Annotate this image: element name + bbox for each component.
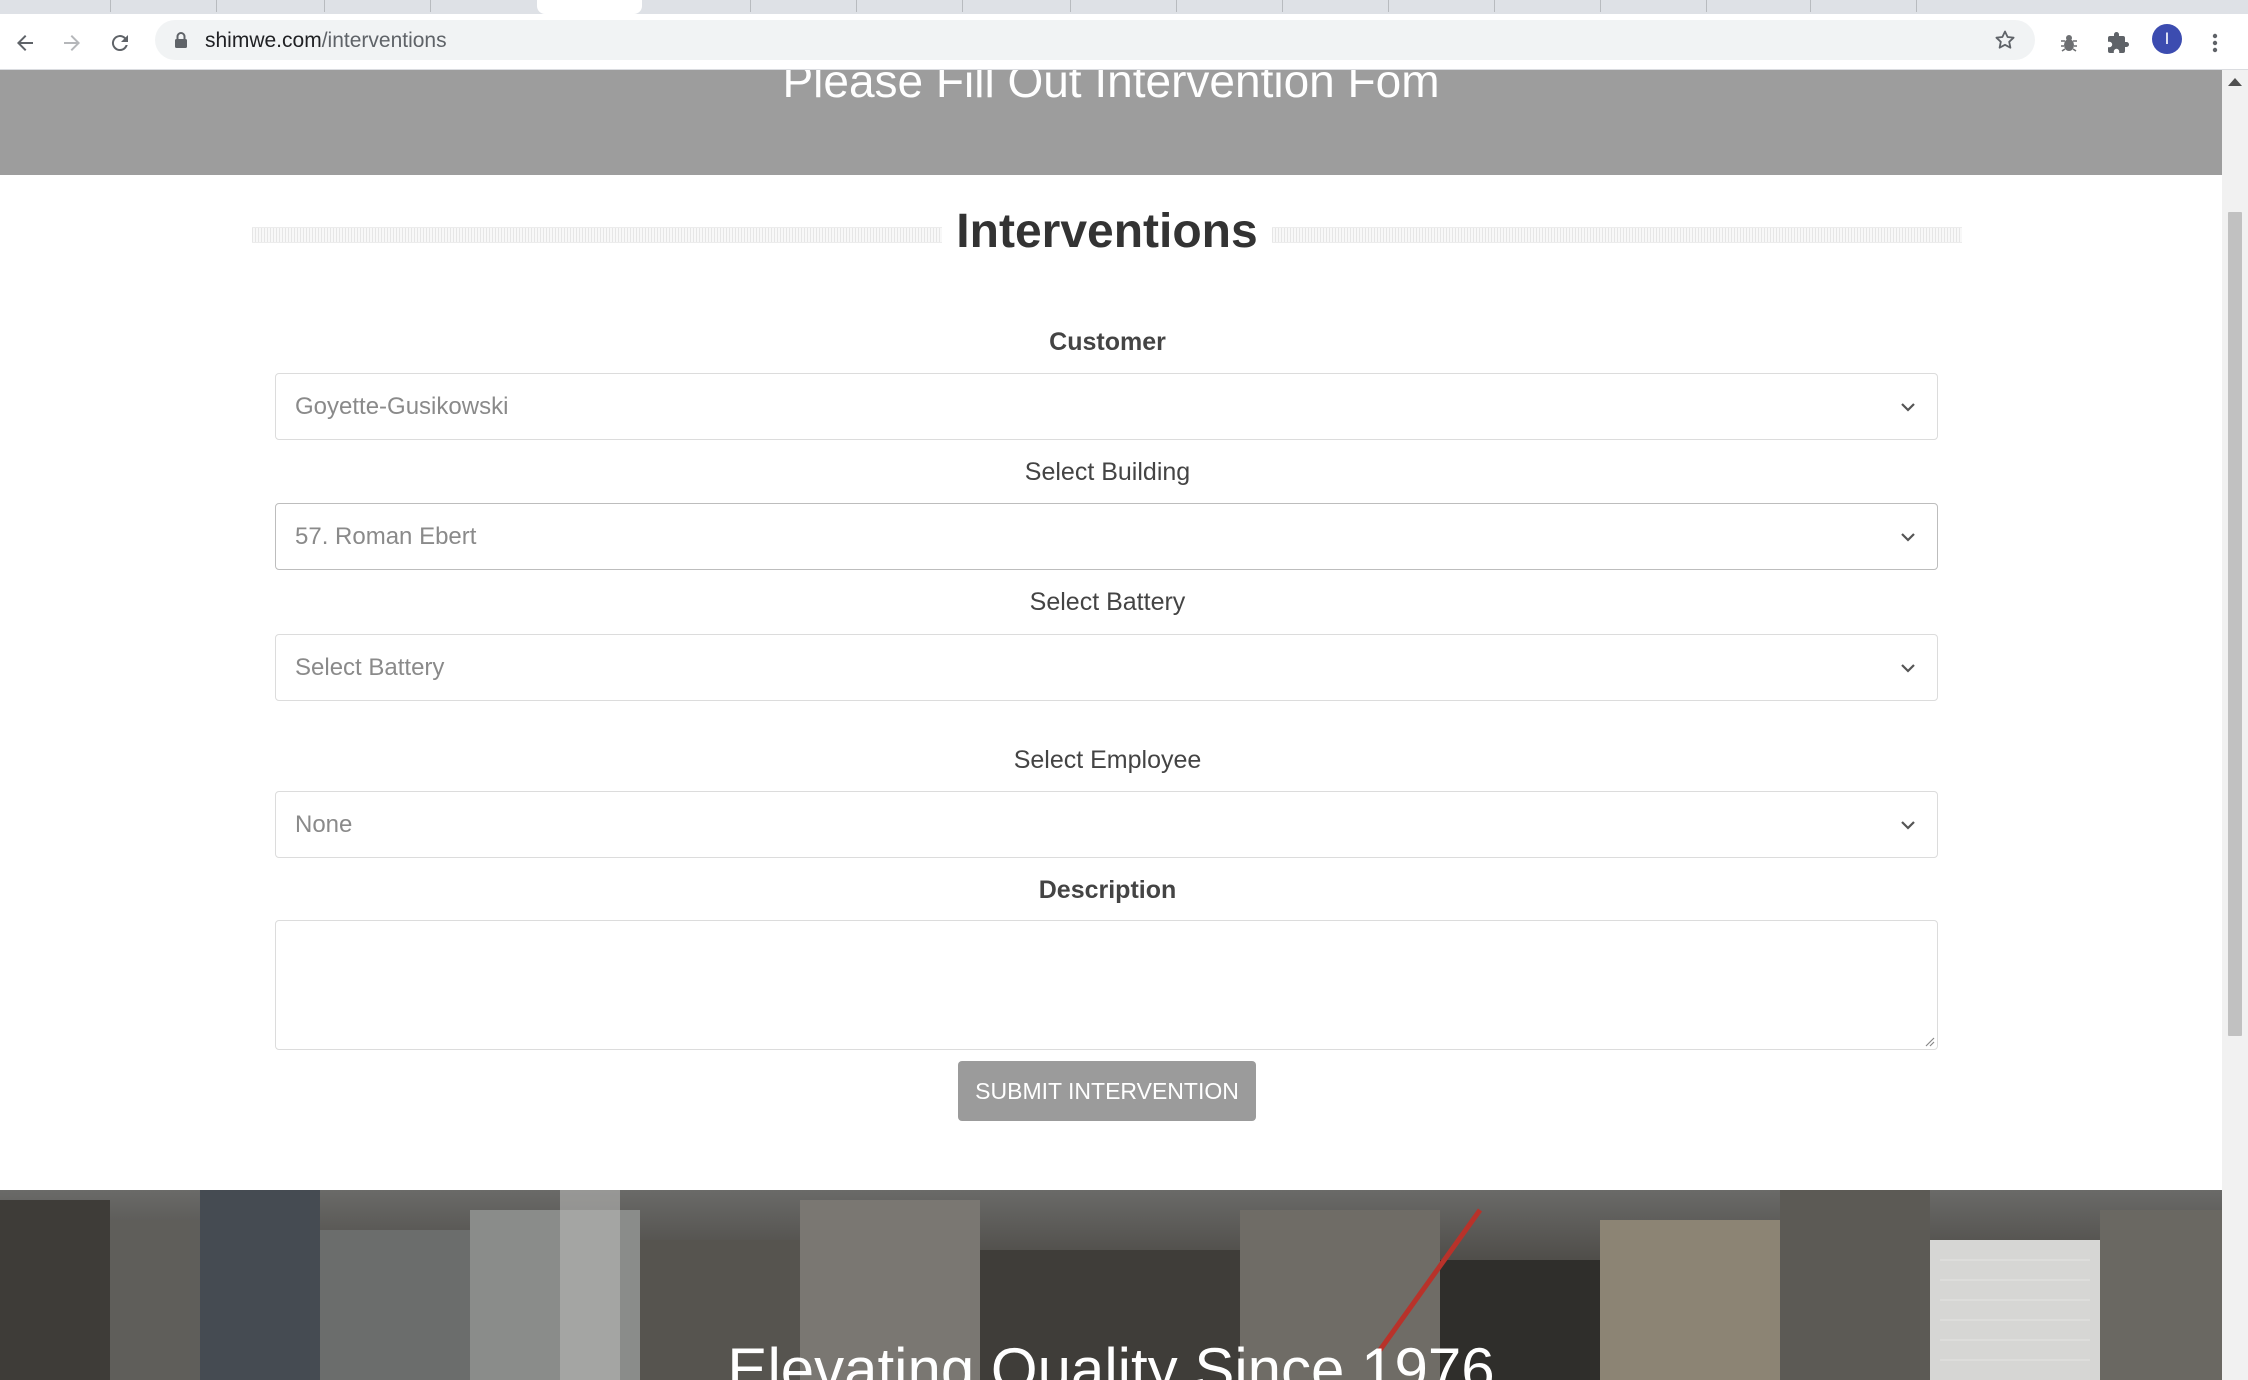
footer-tagline: Elevating Quality Since 1976 bbox=[727, 1336, 1495, 1380]
tab-separator bbox=[856, 0, 857, 12]
battery-select[interactable]: Select Battery bbox=[275, 634, 1938, 701]
avatar-letter: I bbox=[2164, 29, 2170, 48]
chevron-down-icon bbox=[1901, 664, 1915, 673]
address-bar[interactable]: shimwe.com/interventions bbox=[155, 20, 2035, 60]
building-select[interactable]: 57. Roman Ebert bbox=[275, 503, 1938, 570]
tab-separator bbox=[324, 0, 325, 12]
hero-title: Please Fill Out Intervention Fom bbox=[782, 70, 1440, 107]
page-scrollbar[interactable] bbox=[2222, 70, 2248, 1380]
kebab-menu-icon bbox=[2212, 33, 2218, 53]
footer-city-banner: Elevating Quality Since 1976 bbox=[0, 1190, 2222, 1380]
customer-select[interactable]: Goyette-Gusikowski bbox=[275, 373, 1938, 440]
submit-intervention-button[interactable]: SUBMIT INTERVENTION bbox=[958, 1061, 1256, 1121]
tab-separator bbox=[1070, 0, 1071, 12]
battery-select-value: Select Battery bbox=[295, 654, 445, 681]
section-title: Interventions bbox=[956, 205, 1258, 258]
building-select-value: 57. Roman Ebert bbox=[295, 523, 477, 550]
tab-strip bbox=[0, 0, 2248, 14]
browser-menu-button[interactable] bbox=[2201, 29, 2229, 57]
customer-label: Customer bbox=[1049, 328, 1166, 356]
back-arrow-icon bbox=[17, 35, 33, 51]
scrollbar-thumb[interactable] bbox=[2228, 212, 2242, 1036]
active-tab[interactable] bbox=[537, 0, 642, 14]
profile-avatar[interactable]: I bbox=[2152, 24, 2182, 54]
tab-separator bbox=[1916, 0, 1917, 12]
battery-label: Select Battery bbox=[1029, 588, 1186, 616]
chevron-down-icon bbox=[1901, 821, 1915, 830]
hero-band: Please Fill Out Intervention Fom bbox=[0, 70, 2222, 175]
chevron-down-icon bbox=[1901, 533, 1915, 542]
browser-toolbar: shimwe.com/interventions I bbox=[0, 14, 2248, 70]
star-icon[interactable] bbox=[1993, 28, 2017, 52]
forward-button[interactable] bbox=[57, 28, 87, 58]
tab-separator bbox=[1600, 0, 1601, 12]
description-textarea[interactable] bbox=[275, 920, 1938, 1050]
tab-separator bbox=[216, 0, 217, 12]
tab-separator bbox=[1282, 0, 1283, 12]
employee-label: Select Employee bbox=[1013, 746, 1202, 774]
description-label: Description bbox=[1038, 876, 1177, 904]
tab-separator bbox=[110, 0, 111, 12]
section-heading: Interventions bbox=[252, 200, 1962, 270]
forward-arrow-icon bbox=[64, 35, 80, 51]
tab-separator bbox=[1810, 0, 1811, 12]
customer-select-value: Goyette-Gusikowski bbox=[295, 393, 509, 420]
chevron-down-icon bbox=[1901, 403, 1915, 412]
tab-separator bbox=[1176, 0, 1177, 12]
bug-extension-icon bbox=[2061, 35, 2077, 52]
employee-select[interactable]: None bbox=[275, 791, 1938, 858]
bug-extension-button[interactable] bbox=[2055, 29, 2083, 57]
lock-icon bbox=[175, 32, 187, 48]
heading-divider-left bbox=[252, 227, 942, 243]
tab-separator bbox=[1494, 0, 1495, 12]
building-label: Select Building bbox=[1024, 458, 1191, 486]
url-host: shimwe.com bbox=[205, 29, 322, 52]
back-button[interactable] bbox=[10, 28, 40, 58]
tab-separator bbox=[750, 0, 751, 12]
tab-separator bbox=[430, 0, 431, 12]
resize-grip-icon[interactable] bbox=[1923, 1035, 1935, 1047]
url-text: shimwe.com/interventions bbox=[205, 29, 447, 53]
puzzle-extensions-icon bbox=[2108, 32, 2129, 53]
tab-separator bbox=[1706, 0, 1707, 12]
tab-separator bbox=[1388, 0, 1389, 12]
reload-icon bbox=[111, 35, 128, 52]
reload-button[interactable] bbox=[105, 28, 135, 58]
scroll-up-arrow-icon[interactable] bbox=[2228, 78, 2242, 86]
extensions-button[interactable] bbox=[2104, 29, 2132, 57]
url-path: /interventions bbox=[321, 29, 447, 52]
page-content: Please Fill Out Intervention Fom Interve… bbox=[0, 70, 2222, 1380]
tab-separator bbox=[962, 0, 963, 12]
employee-select-value: None bbox=[295, 811, 353, 838]
heading-divider-right bbox=[1272, 227, 1962, 243]
